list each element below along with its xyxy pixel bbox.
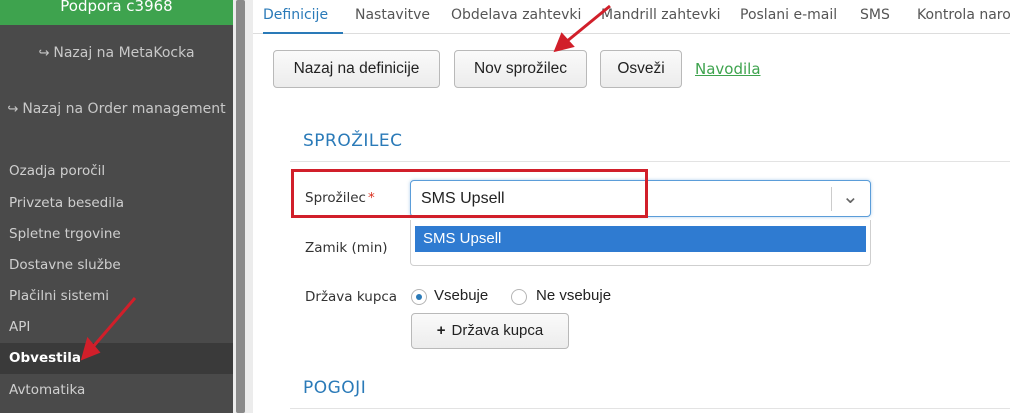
plus-icon: + bbox=[436, 322, 446, 339]
sidebar-scrollbar-track bbox=[233, 0, 253, 413]
back-to-order-management-label: Nazaj na Order management bbox=[22, 101, 226, 117]
section-divider bbox=[290, 408, 1010, 409]
radio-contains-label[interactable]: Vsebuje bbox=[434, 287, 488, 304]
tab-bar: Definicije Nastavitve Obdelava zahtevki … bbox=[253, 0, 1010, 34]
tab-sms[interactable]: SMS bbox=[860, 0, 890, 34]
main-content: Definicije Nastavitve Obdelava zahtevki … bbox=[253, 0, 1010, 413]
add-country-button[interactable]: + Država kupca bbox=[411, 313, 569, 349]
sidebar-item-placilni-sistemi[interactable]: Plačilni sistemi bbox=[0, 281, 233, 312]
tab-obdelava-zahtevki[interactable]: Obdelava zahtevki bbox=[451, 0, 581, 34]
sidebar-item-ozadja-porocil[interactable]: Ozadja poročil bbox=[0, 156, 233, 187]
sidebar-item-obvestila[interactable]: Obvestila bbox=[0, 343, 233, 374]
tab-mandrill-zahtevki[interactable]: Mandrill zahtevki bbox=[601, 0, 720, 34]
sidebar-item-dostavne-sluzbe[interactable]: Dostavne službe bbox=[0, 250, 233, 281]
back-to-order-management-link[interactable]: Nazaj na Order management bbox=[0, 101, 233, 117]
back-to-definitions-button[interactable]: Nazaj na definicije bbox=[273, 50, 440, 88]
tab-poslani-email[interactable]: Poslani e-mail bbox=[740, 0, 837, 34]
country-field-label: Država kupca bbox=[305, 289, 398, 305]
support-label: Podpora c3968 bbox=[0, 0, 233, 25]
section-title-trigger: SPROŽILEC bbox=[303, 131, 403, 151]
section-divider bbox=[290, 161, 1010, 162]
sidebar-item-spletne-trgovine[interactable]: Spletne trgovine bbox=[0, 219, 233, 250]
radio-not-contains[interactable] bbox=[511, 289, 527, 305]
help-link[interactable]: Navodila bbox=[695, 60, 761, 78]
add-country-label: Država kupca bbox=[451, 322, 544, 339]
radio-not-contains-label[interactable]: Ne vsebuje bbox=[536, 287, 611, 304]
back-to-metakocka-label: Nazaj na MetaKocka bbox=[53, 45, 195, 61]
tab-kontrola-narocil[interactable]: Kontrola naroč bbox=[917, 0, 1010, 34]
new-trigger-button[interactable]: Nov sprožilec bbox=[454, 50, 587, 88]
back-to-metakocka-link[interactable]: Nazaj na MetaKocka bbox=[0, 45, 233, 61]
sidebar-item-api[interactable]: API bbox=[0, 312, 233, 343]
dropdown-option-sms-upsell[interactable]: SMS Upsell bbox=[415, 226, 866, 252]
section-title-conditions: POGOJI bbox=[303, 378, 367, 398]
radio-contains[interactable] bbox=[411, 289, 427, 305]
delay-field-label: Zamik (min) bbox=[305, 240, 388, 256]
sidebar-scrollbar-thumb[interactable] bbox=[236, 0, 245, 413]
tab-nastavitve[interactable]: Nastavitve bbox=[355, 0, 430, 34]
refresh-button[interactable]: Osveži bbox=[600, 50, 682, 88]
chevron-down-icon[interactable] bbox=[842, 186, 859, 207]
trigger-dropdown-list: SMS Upsell bbox=[410, 220, 871, 266]
tab-definicije[interactable]: Definicije bbox=[263, 0, 343, 34]
select-divider bbox=[831, 187, 832, 211]
sidebar-item-privzeta-besedila[interactable]: Privzeta besedila bbox=[0, 188, 233, 219]
sign-out-icon bbox=[38, 46, 49, 61]
sidebar: Podpora c3968 Nazaj na MetaKocka Nazaj n… bbox=[0, 0, 233, 413]
sign-out-icon bbox=[7, 102, 18, 117]
annotation-highlight-box bbox=[291, 169, 648, 218]
sidebar-item-avtomatika[interactable]: Avtomatika bbox=[0, 375, 233, 406]
